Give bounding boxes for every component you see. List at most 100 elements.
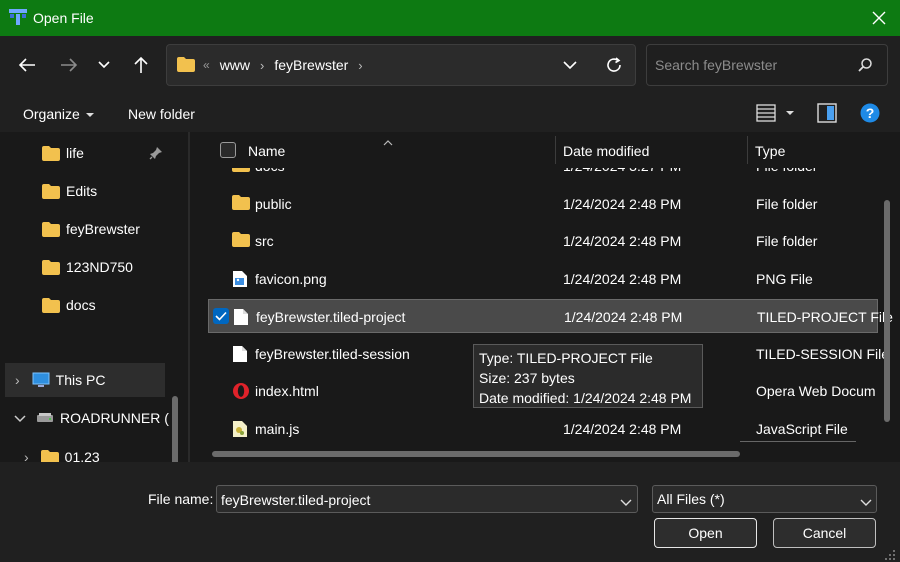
sidebar-item-label: ROADRUNNER ( bbox=[60, 410, 169, 426]
sidebar-item-docs[interactable]: docs bbox=[42, 288, 172, 322]
sidebar-item-123nd750[interactable]: 123ND750 bbox=[42, 250, 172, 284]
tooltip-size: Size: 237 bytes bbox=[479, 370, 575, 386]
image-file-icon bbox=[232, 270, 248, 291]
drive-icon bbox=[36, 412, 54, 424]
sidebar-item-label: 01.23 bbox=[64, 449, 100, 462]
refresh-button[interactable] bbox=[605, 56, 623, 77]
file-type: TILED-PROJECT File bbox=[757, 309, 893, 325]
vertical-scrollbar[interactable] bbox=[884, 200, 890, 422]
window-title: Open File bbox=[33, 10, 94, 26]
horizontal-scrollbar[interactable] bbox=[212, 451, 740, 457]
file-date: 1/24/2024 2:48 PM bbox=[563, 233, 682, 249]
list-item-src[interactable]: src 1/24/2024 2:48 PM File folder bbox=[208, 224, 878, 258]
help-button[interactable]: ? bbox=[860, 103, 880, 126]
chevron-right-icon[interactable]: › bbox=[15, 372, 20, 388]
file-type: PNG File bbox=[756, 271, 813, 287]
file-type: TILED-SESSION File bbox=[756, 346, 890, 362]
sidebar-item-roadrunner[interactable]: ROADRUNNER ( bbox=[5, 401, 180, 435]
sidebar-item-label: life bbox=[66, 145, 84, 161]
svg-text:?: ? bbox=[866, 105, 875, 121]
column-type[interactable]: Type bbox=[755, 143, 785, 159]
close-button[interactable] bbox=[866, 6, 892, 30]
breadcrumb-item-www[interactable]: www bbox=[220, 57, 250, 73]
title-bar: Open File bbox=[0, 0, 900, 36]
monitor-icon bbox=[32, 372, 50, 388]
folder-icon bbox=[42, 145, 60, 161]
new-folder-button[interactable]: New folder bbox=[128, 106, 195, 122]
column-divider[interactable] bbox=[555, 136, 556, 164]
chevron-down-icon[interactable] bbox=[859, 494, 873, 510]
sidebar-item-feybrewster[interactable]: feyBrewster bbox=[42, 212, 172, 246]
resize-grip-icon[interactable] bbox=[884, 548, 896, 562]
file-name-label: File name: bbox=[148, 491, 214, 507]
search-input[interactable] bbox=[655, 55, 845, 75]
file-info-tooltip: Type: TILED-PROJECT File Size: 237 bytes… bbox=[473, 344, 703, 408]
folder-icon bbox=[42, 297, 60, 313]
sidebar-item-label: 123ND750 bbox=[66, 259, 133, 275]
file-list: docs 1/24/2024 3:27 PM File folder publi… bbox=[190, 132, 900, 462]
chevron-down-icon[interactable] bbox=[14, 410, 26, 426]
chevron-right-icon[interactable]: › bbox=[260, 58, 264, 73]
tooltip-type: Type: TILED-PROJECT File bbox=[479, 350, 653, 366]
checkmark-icon bbox=[215, 311, 227, 321]
chevron-down-icon bbox=[563, 61, 577, 70]
folder-icon bbox=[177, 57, 195, 75]
column-header: Name Date modified Type bbox=[190, 132, 885, 168]
address-history-button[interactable] bbox=[562, 57, 578, 73]
chevron-down-icon bbox=[98, 61, 110, 69]
pin-icon[interactable] bbox=[149, 146, 163, 163]
preview-pane-button[interactable] bbox=[817, 103, 837, 126]
search-box[interactable] bbox=[646, 44, 888, 86]
column-name[interactable]: Name bbox=[248, 143, 285, 159]
recent-locations-button[interactable] bbox=[92, 54, 116, 76]
open-button[interactable]: Open bbox=[654, 518, 757, 548]
sidebar-item-this-pc[interactable]: › This PC bbox=[5, 363, 165, 397]
sidebar-scrollbar[interactable] bbox=[172, 396, 178, 462]
sidebar-item-label: Edits bbox=[66, 183, 98, 199]
file-name: public bbox=[255, 196, 292, 212]
list-item-public[interactable]: public 1/24/2024 2:48 PM File folder bbox=[208, 187, 878, 221]
folder-icon bbox=[232, 232, 250, 250]
folder-icon bbox=[42, 259, 60, 275]
address-bar[interactable]: « www › feyBrewster › bbox=[166, 44, 636, 86]
file-date: 1/24/2024 2:48 PM bbox=[563, 271, 682, 287]
js-file-icon bbox=[232, 420, 248, 441]
breadcrumb-item-feybrewster[interactable]: feyBrewster bbox=[274, 57, 348, 73]
chevron-right-icon[interactable]: › bbox=[24, 449, 29, 462]
organize-menu[interactable]: Organize bbox=[23, 106, 94, 122]
file-type: File folder bbox=[756, 196, 818, 212]
sort-ascending-icon bbox=[383, 133, 393, 149]
folder-icon bbox=[232, 195, 250, 213]
folder-icon bbox=[42, 183, 60, 199]
file-name: index.html bbox=[255, 383, 319, 399]
organize-label: Organize bbox=[23, 106, 80, 122]
sidebar-item-01-23[interactable]: › 01.23 bbox=[20, 440, 170, 462]
folder-icon bbox=[40, 449, 59, 462]
file-date: 1/24/2024 2:48 PM bbox=[563, 421, 682, 437]
chevron-down-icon[interactable] bbox=[619, 494, 633, 510]
chevron-right-icon[interactable]: › bbox=[358, 58, 362, 73]
column-divider[interactable] bbox=[747, 136, 748, 164]
view-options-button[interactable] bbox=[756, 104, 776, 125]
caret-down-icon[interactable] bbox=[786, 111, 794, 115]
up-button[interactable] bbox=[129, 54, 153, 76]
cancel-button[interactable]: Cancel bbox=[773, 518, 876, 548]
file-type-select[interactable]: All Files (*) bbox=[652, 485, 877, 513]
sidebar-item-edits[interactable]: Edits bbox=[42, 174, 172, 208]
list-item-tiled-project[interactable]: feyBrewster.tiled-project 1/24/2024 2:48… bbox=[208, 299, 893, 333]
file-type: File folder bbox=[756, 233, 818, 249]
file-name-combobox[interactable] bbox=[216, 485, 638, 513]
column-date-modified[interactable]: Date modified bbox=[563, 143, 649, 159]
overflow-chevron-icon[interactable]: « bbox=[203, 58, 210, 72]
search-icon[interactable] bbox=[857, 57, 873, 76]
back-button[interactable] bbox=[15, 54, 39, 76]
row-checkbox[interactable] bbox=[213, 308, 229, 324]
sidebar-item-label: docs bbox=[66, 297, 96, 313]
file-type: Opera Web Docum bbox=[756, 383, 876, 399]
file-name: favicon.png bbox=[255, 271, 327, 287]
file-name-input[interactable] bbox=[221, 490, 601, 510]
select-all-checkbox[interactable] bbox=[220, 142, 236, 158]
file-type-value: All Files (*) bbox=[657, 491, 725, 507]
forward-button[interactable] bbox=[57, 54, 81, 76]
list-item-favicon[interactable]: favicon.png 1/24/2024 2:48 PM PNG File bbox=[208, 262, 878, 296]
